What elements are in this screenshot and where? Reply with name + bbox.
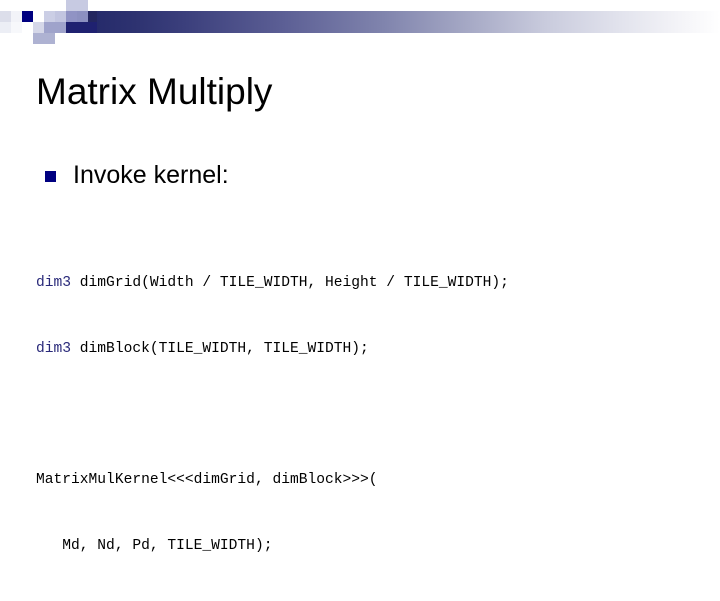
list-item: Invoke kernel: <box>36 160 696 190</box>
slide-body: Invoke kernel: dim3 dimGrid(Width / TILE… <box>36 160 696 601</box>
code-line: dim3 dimBlock(TILE_WIDTH, TILE_WIDTH); <box>36 338 696 360</box>
header-decoration <box>0 0 720 48</box>
deco-square <box>44 11 55 22</box>
deco-square <box>33 22 44 33</box>
deco-square-navy <box>22 11 33 22</box>
page-title: Matrix Multiply <box>36 71 273 112</box>
code-text: dimBlock(TILE_WIDTH, TILE_WIDTH); <box>71 341 369 357</box>
code-text: Md, Nd, Pd, TILE_WIDTH); <box>36 538 273 554</box>
deco-square <box>44 0 55 11</box>
code-line: Md, Nd, Pd, TILE_WIDTH); <box>36 535 696 557</box>
code-line: dim3 dimGrid(Width / TILE_WIDTH, Height … <box>36 272 696 294</box>
code-block-kernel-invocation: MatrixMulKernel<<<dimGrid, dimBlock>>>( … <box>36 425 696 601</box>
header-gradient-bar <box>97 11 720 33</box>
code-keyword: dim3 <box>36 275 72 291</box>
deco-square <box>44 22 55 33</box>
code-block-launch-config: dim3 dimGrid(Width / TILE_WIDTH, Height … <box>36 228 696 404</box>
deco-square <box>0 22 11 33</box>
deco-square <box>66 22 77 33</box>
deco-square <box>33 33 44 44</box>
deco-square <box>0 11 11 22</box>
code-text: MatrixMulKernel<<<dimGrid, dimBlock>>>( <box>36 472 378 488</box>
deco-square <box>77 22 88 33</box>
slide: Matrix Multiply Invoke kernel: dim3 dimG… <box>0 0 720 554</box>
bullet-text: Invoke kernel: <box>73 161 229 189</box>
deco-square <box>55 11 66 22</box>
deco-square <box>11 11 22 22</box>
deco-square <box>77 11 88 22</box>
code-line: MatrixMulKernel<<<dimGrid, dimBlock>>>( <box>36 469 696 491</box>
deco-square <box>77 0 88 11</box>
deco-square <box>11 22 22 33</box>
deco-square <box>55 22 66 33</box>
square-bullet-icon <box>45 171 56 182</box>
deco-square <box>66 11 77 22</box>
code-text: dimGrid(Width / TILE_WIDTH, Height / TIL… <box>71 275 509 291</box>
code-keyword: dim3 <box>36 341 72 357</box>
deco-square <box>66 0 77 11</box>
deco-square <box>44 33 55 44</box>
